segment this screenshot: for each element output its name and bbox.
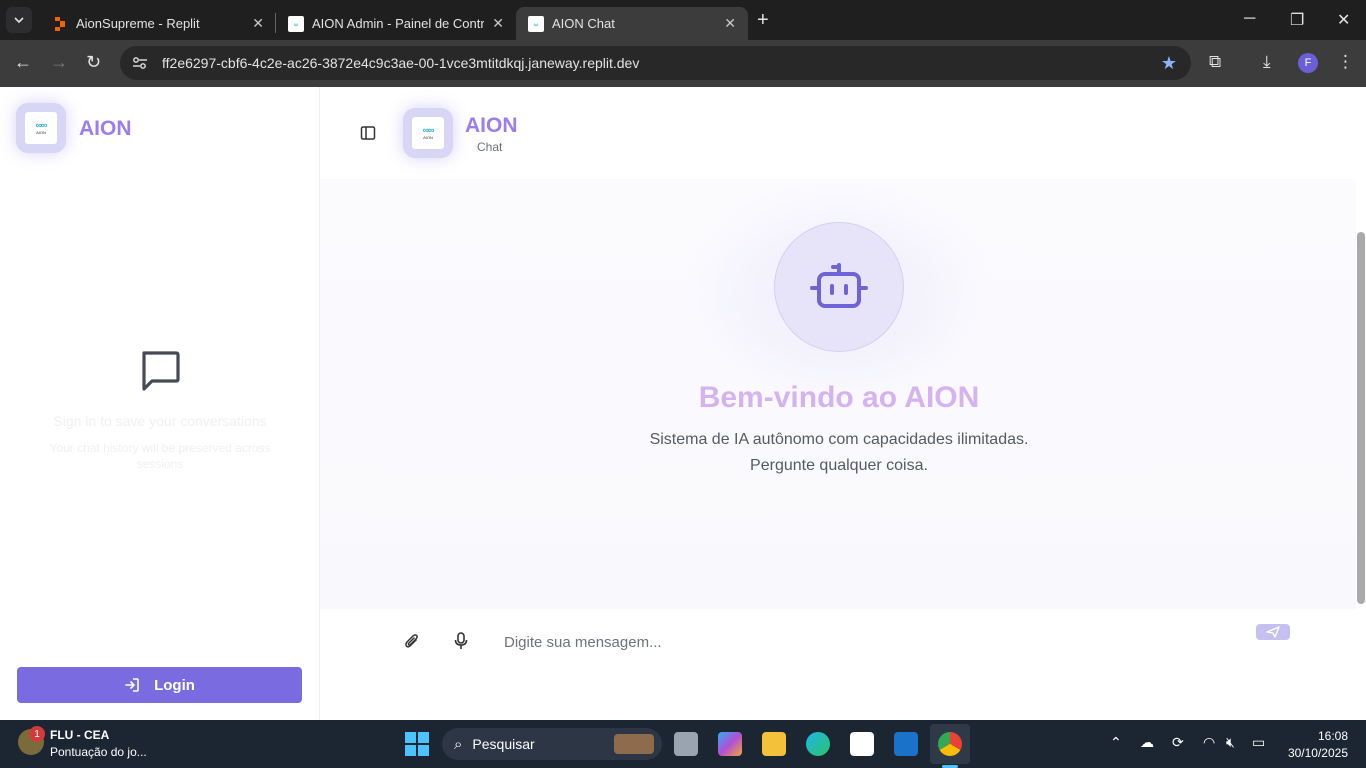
profile-avatar[interactable]: F (1298, 53, 1318, 73)
minimize-icon[interactable]: ─ (1244, 10, 1255, 28)
windows-start-icon[interactable] (405, 732, 429, 756)
aion-logo-icon: ∞∞ AION (412, 117, 444, 149)
tray-overflow-icon[interactable]: ⌃ (1110, 734, 1122, 751)
browser-tab-replit[interactable]: AionSupreme - Replit ✕ (40, 7, 276, 40)
extensions-icon[interactable]: ⧉ (1209, 52, 1221, 72)
tab-search-button[interactable] (6, 7, 32, 33)
clock-date[interactable]: 30/10/2025 (1278, 746, 1348, 760)
browser-tab-admin[interactable]: ∞ AION Admin - Painel de Controle ✕ (276, 7, 516, 40)
welcome-heading: Bem-vindo ao AION (698, 381, 980, 414)
send-button[interactable] (1256, 624, 1290, 640)
svg-text:∞: ∞ (293, 21, 299, 29)
site-info-icon[interactable] (132, 56, 148, 70)
m365-icon[interactable] (718, 732, 742, 756)
send-icon (1266, 626, 1280, 638)
message-square-icon (142, 351, 180, 391)
sidebar-brand: AION (79, 117, 132, 140)
window-close-icon[interactable]: ✕ (1337, 10, 1350, 30)
login-label: Login (154, 676, 195, 694)
tab-title: AionSupreme - Replit (76, 16, 200, 31)
svg-text:∞: ∞ (533, 21, 539, 29)
message-input[interactable] (492, 624, 1252, 660)
browser-tab-chat-active[interactable]: ∞ AION Chat ✕ (516, 7, 748, 40)
header-subtitle: Chat (477, 140, 503, 154)
tab-close-icon[interactable]: ✕ (492, 15, 504, 32)
news-widget-title[interactable]: FLU - CEA (50, 728, 109, 742)
browser-tab-strip: AionSupreme - Replit ✕ ∞ AION Admin - Pa… (0, 0, 1366, 40)
search-icon: ⌕ (454, 735, 463, 753)
store-icon[interactable] (850, 732, 874, 756)
outlook-icon[interactable] (894, 732, 918, 756)
tagline-line-1: Sistema de IA autônomo com capacidades i… (649, 431, 1029, 448)
bookmark-star-icon[interactable]: ★ (1161, 53, 1177, 74)
header-logo: ∞∞ AION (403, 108, 453, 158)
tab-close-icon[interactable]: ✕ (252, 15, 264, 32)
microphone-icon[interactable] (454, 632, 468, 650)
logo-mark: ∞∞ (422, 125, 435, 135)
bot-icon (810, 263, 868, 308)
battery-icon[interactable]: ▭ (1252, 734, 1265, 751)
aion-favicon-icon: ∞ (288, 15, 304, 32)
chrome-icon[interactable] (938, 732, 962, 756)
task-view-icon[interactable] (674, 732, 698, 756)
page: ∞∞ AION AION Sign in to save your conver… (0, 87, 1366, 720)
logo-caption: AION (36, 130, 46, 135)
login-icon (125, 678, 139, 692)
welcome-tagline: Sistema de IA autônomo com capacidades i… (320, 427, 1358, 479)
search-highlight-image (614, 734, 654, 754)
reload-icon[interactable]: ↻ (86, 52, 101, 73)
bot-avatar (774, 222, 904, 352)
download-icon[interactable]: ⤓ (1263, 52, 1271, 72)
sidebar-toggle-icon[interactable] (360, 125, 376, 141)
taskbar-search[interactable]: ⌕ Pesquisar (442, 728, 662, 760)
volume-muted-icon[interactable]: 🔇︎ (1226, 734, 1235, 751)
news-widget-subtitle[interactable]: Pontuação do jo... (50, 745, 147, 759)
windows-taskbar: 1 FLU - CEA Pontuação do jo... ⌕ Pesquis… (0, 720, 1366, 768)
file-explorer-icon[interactable] (762, 732, 786, 756)
header-brand: AION (465, 114, 518, 137)
more-menu-icon[interactable]: ⋮ (1337, 52, 1354, 72)
chat-main: ∞∞ AION AION Chat Bem-vindo ao AION Sist… (320, 87, 1366, 720)
tab-close-icon[interactable]: ✕ (724, 15, 736, 32)
paperclip-icon[interactable] (404, 632, 420, 650)
tab-title: AION Admin - Painel de Controle (312, 16, 485, 31)
chevron-down-icon (14, 17, 24, 24)
empty-history-title: Sign in to save your conversations (53, 413, 267, 429)
logo-caption: AION (423, 135, 433, 140)
new-tab-icon[interactable]: + (757, 9, 769, 32)
restore-icon[interactable]: ❐ (1290, 10, 1304, 30)
edge-icon[interactable] (806, 732, 830, 756)
news-badge: 1 (29, 726, 45, 742)
forward-icon[interactable]: → (50, 52, 68, 73)
tagline-line-2: Pergunte qualquer coisa. (750, 457, 928, 474)
tab-title: AION Chat (552, 16, 615, 31)
login-button[interactable]: Login (17, 667, 302, 703)
sidebar: ∞∞ AION AION Sign in to save your conver… (0, 87, 320, 720)
scrollbar-thumb[interactable] (1357, 232, 1365, 604)
wifi-icon[interactable]: ◠ (1203, 734, 1215, 751)
url-text: ff2e6297-cbf6-4c2e-ac26-3872e4c9c3ae-00-… (162, 55, 640, 71)
aion-favicon-icon: ∞ (528, 15, 544, 32)
taskbar-search-label: Pesquisar (472, 736, 535, 752)
aion-logo-icon: ∞∞ AION (25, 112, 57, 144)
sync-icon[interactable]: ⟳ (1172, 734, 1184, 751)
browser-toolbar: ← → ↻ ff2e6297-cbf6-4c2e-ac26-3872e4c9c3… (0, 40, 1366, 87)
logo-mark: ∞∞ (35, 120, 48, 130)
clock-time[interactable]: 16:08 (1300, 729, 1348, 743)
onedrive-icon[interactable]: ☁ (1140, 734, 1154, 751)
replit-favicon-icon (55, 16, 65, 31)
back-icon[interactable]: ← (14, 52, 32, 73)
address-bar[interactable]: ff2e6297-cbf6-4c2e-ac26-3872e4c9c3ae-00-… (120, 46, 1191, 80)
empty-history-subtitle: Your chat history will be preserved acro… (49, 441, 271, 471)
sidebar-logo: ∞∞ AION (16, 103, 66, 153)
